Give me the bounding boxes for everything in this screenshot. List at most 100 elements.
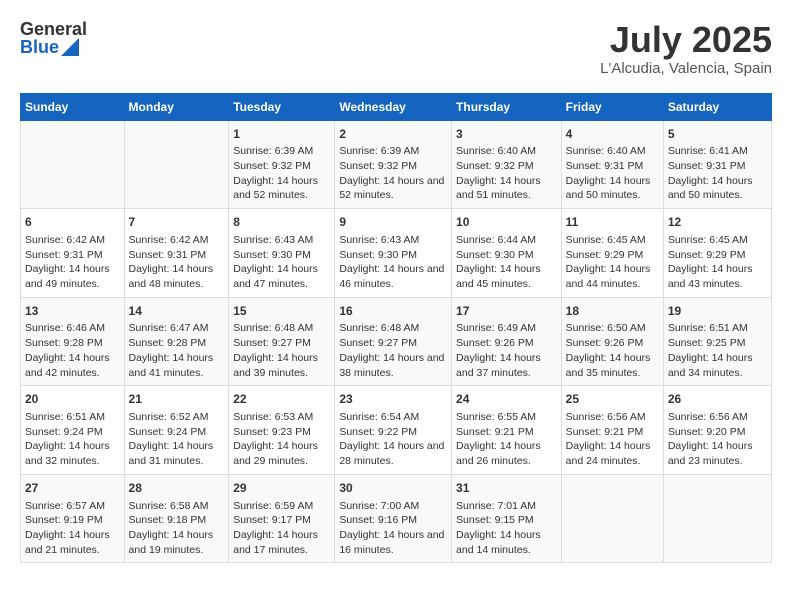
- day-number: 30: [339, 480, 447, 497]
- day-info: Daylight: 14 hours and 16 minutes.: [339, 528, 447, 557]
- calendar-week-row: 6 Sunrise: 6:42 AMSunset: 9:31 PM Daylight…: [21, 209, 772, 298]
- day-info: Daylight: 14 hours and 49 minutes.: [25, 262, 120, 291]
- day-info: Sunrise: 6:44 AM: [456, 233, 557, 248]
- page-title: July 2025: [600, 20, 772, 60]
- calendar-cell: 6Sunrise: 6:42 AMSunset: 9:31 PMDaylight…: [21, 209, 125, 298]
- calendar-cell: 9Sunrise: 6:43 AMSunset: 9:30 PMDaylight…: [335, 209, 452, 298]
- day-info: Sunrise: 6:48 AM: [233, 321, 330, 336]
- day-info: Sunset: 9:30 PM: [233, 248, 330, 263]
- day-info: Sunrise: 6:52 AM: [129, 410, 225, 425]
- calendar-cell: 13Sunrise: 6:46 AMSunset: 9:28 PMDayligh…: [21, 297, 125, 386]
- day-info: Sunrise: 6:41 AM: [668, 144, 767, 159]
- day-info: Sunrise: 6:43 AM: [339, 233, 447, 248]
- day-info: Sunset: 9:31 PM: [129, 248, 225, 263]
- calendar-header-sunday: Sunday: [21, 93, 125, 120]
- day-info: Sunrise: 6:57 AM: [25, 499, 120, 514]
- day-info: Sunset: 9:29 PM: [668, 248, 767, 263]
- day-info: Sunset: 9:32 PM: [456, 159, 557, 174]
- day-info: Daylight: 14 hours and 23 minutes.: [668, 439, 767, 468]
- calendar-cell: 10Sunrise: 6:44 AMSunset: 9:30 PMDayligh…: [452, 209, 562, 298]
- day-info: Sunrise: 6:49 AM: [456, 321, 557, 336]
- day-info: Sunset: 9:16 PM: [339, 513, 447, 528]
- day-number: 3: [456, 126, 557, 143]
- calendar-cell: 2Sunrise: 6:39 AMSunset: 9:32 PMDaylight…: [335, 120, 452, 209]
- day-info: Sunset: 9:32 PM: [233, 159, 330, 174]
- day-info: Sunset: 9:29 PM: [566, 248, 659, 263]
- calendar-cell: [21, 120, 125, 209]
- day-info: Sunset: 9:22 PM: [339, 425, 447, 440]
- calendar-cell: 1Sunrise: 6:39 AMSunset: 9:32 PMDaylight…: [229, 120, 335, 209]
- day-number: 7: [129, 214, 225, 231]
- day-info: Daylight: 14 hours and 41 minutes.: [129, 351, 225, 380]
- calendar-cell: 21Sunrise: 6:52 AMSunset: 9:24 PMDayligh…: [124, 386, 229, 475]
- day-info: Daylight: 14 hours and 32 minutes.: [25, 439, 120, 468]
- day-info: Sunrise: 6:39 AM: [339, 144, 447, 159]
- day-number: 6: [25, 214, 120, 231]
- day-info: Sunset: 9:18 PM: [129, 513, 225, 528]
- calendar-cell: 7Sunrise: 6:42 AMSunset: 9:31 PMDaylight…: [124, 209, 229, 298]
- calendar-cell: 30Sunrise: 7:00 AMSunset: 9:16 PMDayligh…: [335, 474, 452, 563]
- day-info: Daylight: 14 hours and 51 minutes.: [456, 174, 557, 203]
- logo: General Blue: [20, 20, 87, 56]
- day-info: Sunset: 9:19 PM: [25, 513, 120, 528]
- day-info: Daylight: 14 hours and 43 minutes.: [668, 262, 767, 291]
- calendar-cell: 17Sunrise: 6:49 AMSunset: 9:26 PMDayligh…: [452, 297, 562, 386]
- day-number: 27: [25, 480, 120, 497]
- day-number: 25: [566, 391, 659, 408]
- calendar-cell: 19Sunrise: 6:51 AMSunset: 9:25 PMDayligh…: [663, 297, 771, 386]
- day-info: Daylight: 14 hours and 52 minutes.: [233, 174, 330, 203]
- day-info: Sunset: 9:25 PM: [668, 336, 767, 351]
- day-info: Sunrise: 6:51 AM: [25, 410, 120, 425]
- calendar-cell: 29Sunrise: 6:59 AMSunset: 9:17 PMDayligh…: [229, 474, 335, 563]
- day-info: Daylight: 14 hours and 42 minutes.: [25, 351, 120, 380]
- calendar-header-thursday: Thursday: [452, 93, 562, 120]
- day-number: 23: [339, 391, 447, 408]
- day-info: Sunrise: 6:55 AM: [456, 410, 557, 425]
- day-number: 28: [129, 480, 225, 497]
- day-info: Daylight: 14 hours and 35 minutes.: [566, 351, 659, 380]
- day-info: Sunset: 9:26 PM: [456, 336, 557, 351]
- calendar-cell: [561, 474, 663, 563]
- calendar-cell: 25Sunrise: 6:56 AMSunset: 9:21 PMDayligh…: [561, 386, 663, 475]
- day-number: 19: [668, 303, 767, 320]
- page-header: General Blue July 2025 L'Alcudia, Valenc…: [20, 20, 772, 77]
- day-info: Sunset: 9:15 PM: [456, 513, 557, 528]
- day-number: 31: [456, 480, 557, 497]
- day-info: Daylight: 14 hours and 39 minutes.: [233, 351, 330, 380]
- day-info: Sunrise: 6:47 AM: [129, 321, 225, 336]
- day-info: Daylight: 14 hours and 52 minutes.: [339, 174, 447, 203]
- day-number: 4: [566, 126, 659, 143]
- calendar-cell: 8Sunrise: 6:43 AMSunset: 9:30 PMDaylight…: [229, 209, 335, 298]
- calendar-header-monday: Monday: [124, 93, 229, 120]
- calendar-cell: 27 Sunrise: 6:57 AMSunset: 9:19 PMDayligh…: [21, 474, 125, 563]
- day-info: Daylight: 14 hours and 50 minutes.: [668, 174, 767, 203]
- day-info: Sunset: 9:17 PM: [233, 513, 330, 528]
- day-number: 18: [566, 303, 659, 320]
- day-info: Sunrise: 6:43 AM: [233, 233, 330, 248]
- calendar-cell: 12Sunrise: 6:45 AMSunset: 9:29 PMDayligh…: [663, 209, 771, 298]
- day-info: Daylight: 14 hours and 46 minutes.: [339, 262, 447, 291]
- day-info: Sunrise: 6:48 AM: [339, 321, 447, 336]
- calendar-cell: 31Sunrise: 7:01 AMSunset: 9:15 PMDayligh…: [452, 474, 562, 563]
- day-number: 10: [456, 214, 557, 231]
- day-info: Daylight: 14 hours and 44 minutes.: [566, 262, 659, 291]
- day-number: 22: [233, 391, 330, 408]
- day-info: Sunset: 9:30 PM: [456, 248, 557, 263]
- day-info: Daylight: 14 hours and 34 minutes.: [668, 351, 767, 380]
- day-number: 11: [566, 214, 659, 231]
- day-number: 15: [233, 303, 330, 320]
- day-info: Sunrise: 6:42 AM: [129, 233, 225, 248]
- calendar-cell: 23Sunrise: 6:54 AMSunset: 9:22 PMDayligh…: [335, 386, 452, 475]
- day-info: Sunset: 9:21 PM: [456, 425, 557, 440]
- day-info: Daylight: 14 hours and 21 minutes.: [25, 528, 120, 557]
- day-info: Sunset: 9:24 PM: [25, 425, 120, 440]
- calendar-header-wednesday: Wednesday: [335, 93, 452, 120]
- day-info: Sunrise: 6:40 AM: [456, 144, 557, 159]
- day-info: Sunset: 9:26 PM: [566, 336, 659, 351]
- calendar-week-row: 13Sunrise: 6:46 AMSunset: 9:28 PMDayligh…: [21, 297, 772, 386]
- day-info: Sunset: 9:27 PM: [339, 336, 447, 351]
- day-info: Daylight: 14 hours and 26 minutes.: [456, 439, 557, 468]
- day-info: Sunrise: 7:01 AM: [456, 499, 557, 514]
- day-info: Daylight: 14 hours and 29 minutes.: [233, 439, 330, 468]
- calendar-cell: 26Sunrise: 6:56 AMSunset: 9:20 PMDayligh…: [663, 386, 771, 475]
